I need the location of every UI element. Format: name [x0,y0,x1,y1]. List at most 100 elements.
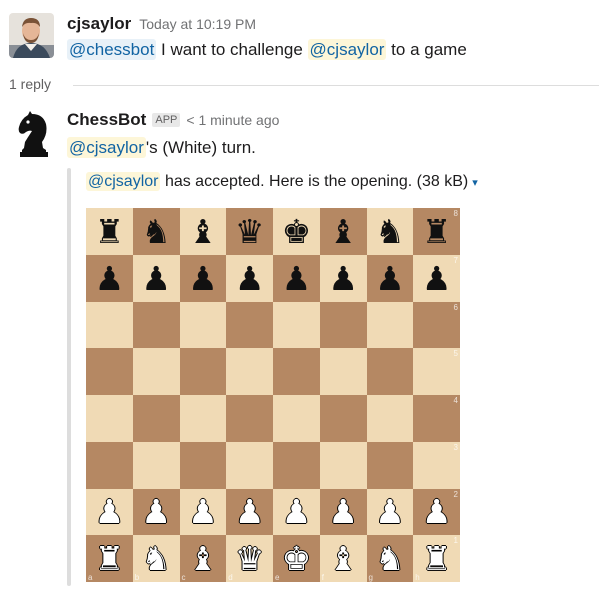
board-square-h4: 4 [413,395,460,442]
board-square-g7: ♟ [366,254,414,302]
board-square-h7: ♟ 7 [413,254,460,302]
board-square-h3: 3 [413,441,460,489]
black-king-icon: ♚ [281,211,312,251]
black-pawn-icon: ♟ [234,258,265,298]
board-square-c5 [179,348,227,395]
board-square-d1: ♛ d [226,535,273,582]
white-knight-icon: ♞ [375,539,405,579]
timestamp[interactable]: < 1 minute ago [186,112,279,128]
board-square-f6 [319,301,367,349]
board-square-h5: 5 [413,348,460,395]
attachment-border [67,168,71,586]
black-knight-icon: ♞ [141,211,171,251]
file-label: c [181,573,186,582]
board-square-b1: ♞ b [132,535,180,582]
bot-name[interactable]: ChessBot [67,110,146,129]
board-square-f1: ♝ f [319,535,367,582]
white-bishop-icon: ♝ [328,539,358,579]
white-pawn-icon: ♟ [234,492,265,532]
timestamp[interactable]: Today at 10:19 PM [139,16,256,32]
board-square-c8: ♝ [179,208,227,255]
board-square-c4 [179,395,227,442]
white-pawn-icon: ♟ [94,492,125,532]
mention-chessbot[interactable]: @chessbot [67,39,157,60]
board-square-d7: ♟ [226,254,273,302]
board-square-e1: ♚ e [273,535,320,582]
black-pawn-icon: ♟ [328,258,358,298]
message-chessbot: ChessBot APP < 1 minute ago @cjsaylor's (W… [0,100,600,600]
white-pawn-icon: ♟ [375,492,405,532]
board-square-d6 [226,301,273,349]
turn-text: @cjsaylor's (White) turn. [67,137,256,158]
rank-label: 2 [453,489,458,499]
board-square-a3 [86,441,133,489]
mention-cjsaylor[interactable]: @cjsaylor [307,39,387,60]
username[interactable]: cjsaylor [67,14,131,33]
board-square-b6 [132,301,180,349]
board-square-e6 [273,301,320,349]
board-square-a1: ♜ a [86,535,133,582]
rank-label: 3 [453,442,458,452]
board-square-d2: ♟ [226,488,273,536]
board-square-a2: ♟ [86,488,133,536]
black-pawn-icon: ♟ [94,258,125,298]
replies-count[interactable]: 1 reply [9,76,51,92]
board-square-f2: ♟ [319,488,367,536]
black-pawn-icon: ♟ [141,258,171,298]
white-queen-icon: ♛ [234,539,265,579]
divider-line [73,85,599,86]
rank-label: 1 [453,536,458,546]
board-square-a5 [86,348,133,395]
chess-knight-icon[interactable] [14,110,54,158]
white-rook-icon: ♜ [94,539,125,579]
rank-label: 5 [453,349,458,359]
board-square-b4 [132,395,180,442]
message-cjsaylor: cjsaylor Today at 10:19 PM @chessbot I wa… [0,0,600,74]
black-pawn-icon: ♟ [421,258,452,298]
board-square-b3 [132,441,180,489]
black-bishop-icon: ♝ [328,211,358,251]
black-rook-icon: ♜ [94,211,125,251]
message-text-middle: I want to challenge [161,40,303,59]
board-square-d5 [226,348,273,395]
board-square-g8: ♞ [366,208,414,255]
white-knight-icon: ♞ [141,539,171,579]
chevron-down-icon[interactable]: ▾ [472,177,478,189]
board-square-h6: 6 [413,301,460,349]
chess-board-image[interactable]: ♜ ♞ ♝ ♛ ♚ ♝ ♞ ♜ 8 ♟ ♟ ♟ ♟ ♟ ♟ ♟ ♟ 7 6 5 4 3 ♟ ♟ ♟ ♟ ♟ ♟ ♟ ♟ 2 ♜ a ♞ b ♝ c ♛ d ♚… [86,208,460,582]
board-square-f7: ♟ [319,254,367,302]
rank-label: 6 [453,302,458,312]
board-square-c6 [179,301,227,349]
board-square-g4 [366,395,414,442]
board-square-d8: ♛ [226,208,273,255]
board-square-g2: ♟ [366,488,414,536]
user-avatar[interactable] [9,13,54,58]
board-square-f8: ♝ [319,208,367,255]
black-pawn-icon: ♟ [281,258,312,298]
white-bishop-icon: ♝ [188,539,218,579]
board-square-a8: ♜ [86,208,133,255]
mention-cjsaylor[interactable]: @cjsaylor [86,172,161,191]
file-label: a [88,573,93,582]
message-text: @chessbot I want to challenge @cjsaylor … [67,39,467,60]
app-badge: APP [152,113,181,127]
file-label: d [228,573,233,582]
mention-cjsaylor[interactable]: @cjsaylor [67,137,146,158]
white-pawn-icon: ♟ [328,492,358,532]
board-square-b7: ♟ [132,254,180,302]
thread-replies-divider: 1 reply [9,76,599,94]
board-square-h1: ♜ 1 h [413,535,460,582]
board-square-b5 [132,348,180,395]
board-square-a4 [86,395,133,442]
board-square-f5 [319,348,367,395]
board-square-e8: ♚ [273,208,320,255]
white-pawn-icon: ♟ [421,492,452,532]
board-square-f4 [319,395,367,442]
message-header: ChessBot APP < 1 minute ago [67,110,279,130]
white-pawn-icon: ♟ [141,492,171,532]
black-pawn-icon: ♟ [375,258,405,298]
board-square-e3 [273,441,320,489]
white-pawn-icon: ♟ [281,492,312,532]
message-header: cjsaylor Today at 10:19 PM [67,14,256,34]
board-square-e5 [273,348,320,395]
